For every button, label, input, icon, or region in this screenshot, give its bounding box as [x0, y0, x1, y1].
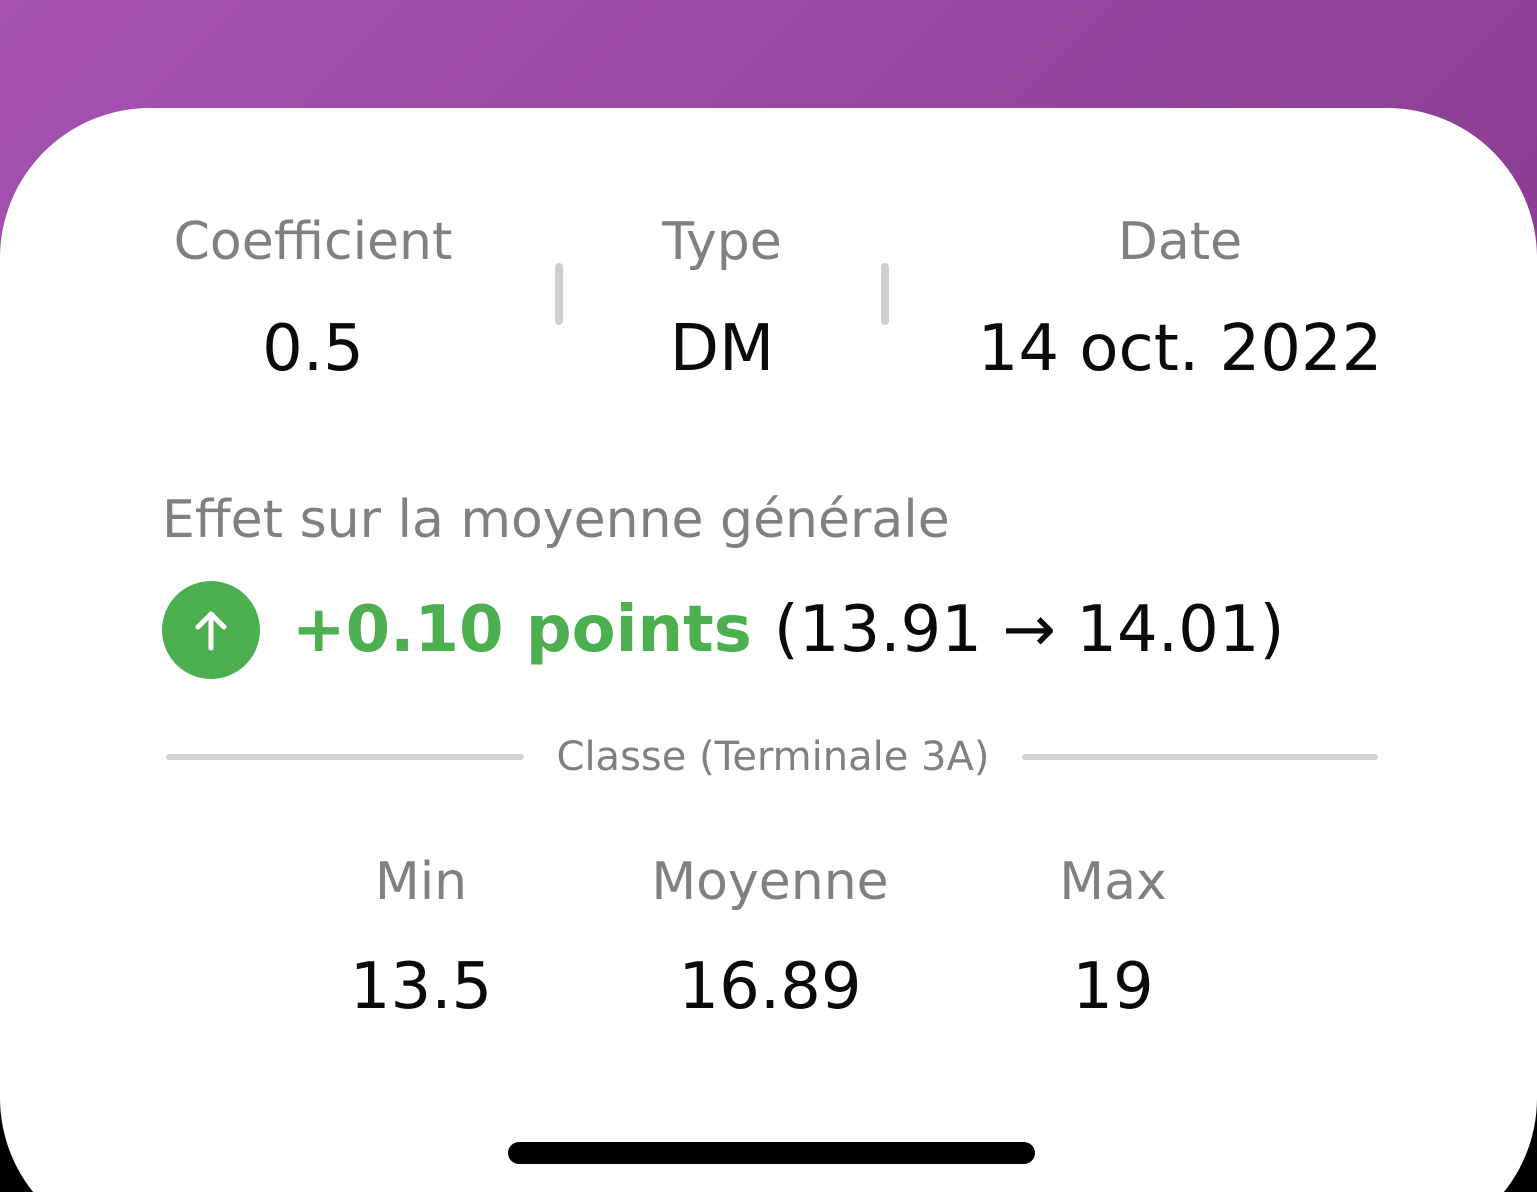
- class-label: Classe (Terminale 3A): [556, 734, 990, 780]
- arrow-up-icon: [162, 581, 260, 679]
- divider-right: [1022, 754, 1378, 760]
- effect-row: +0.10 points (13.91 → 14.01): [162, 580, 1284, 680]
- average-delta: +0.10 points: [292, 593, 752, 667]
- date-value: 14 oct. 2022: [977, 312, 1383, 386]
- average-value: 16.89: [678, 950, 862, 1024]
- average-label: Moyenne: [651, 852, 889, 912]
- min-value: 13.5: [349, 950, 493, 1024]
- separator: [881, 263, 889, 325]
- separator: [555, 263, 563, 325]
- divider-left: [166, 754, 524, 760]
- max-value: 19: [1072, 950, 1154, 1024]
- coefficient-label: Coefficient: [173, 212, 453, 272]
- coefficient-value: 0.5: [262, 312, 364, 386]
- grade-detail-screen: Coefficient 0.5 Type DM Date 14 oct. 202…: [0, 0, 1537, 1192]
- average-range: (13.91 → 14.01): [773, 593, 1285, 667]
- type-value: DM: [669, 312, 775, 386]
- home-indicator[interactable]: [508, 1142, 1035, 1164]
- type-label: Type: [662, 212, 782, 272]
- effect-title: Effet sur la moyenne générale: [162, 490, 950, 550]
- max-label: Max: [1059, 852, 1167, 912]
- date-label: Date: [1117, 212, 1243, 272]
- min-label: Min: [374, 852, 468, 912]
